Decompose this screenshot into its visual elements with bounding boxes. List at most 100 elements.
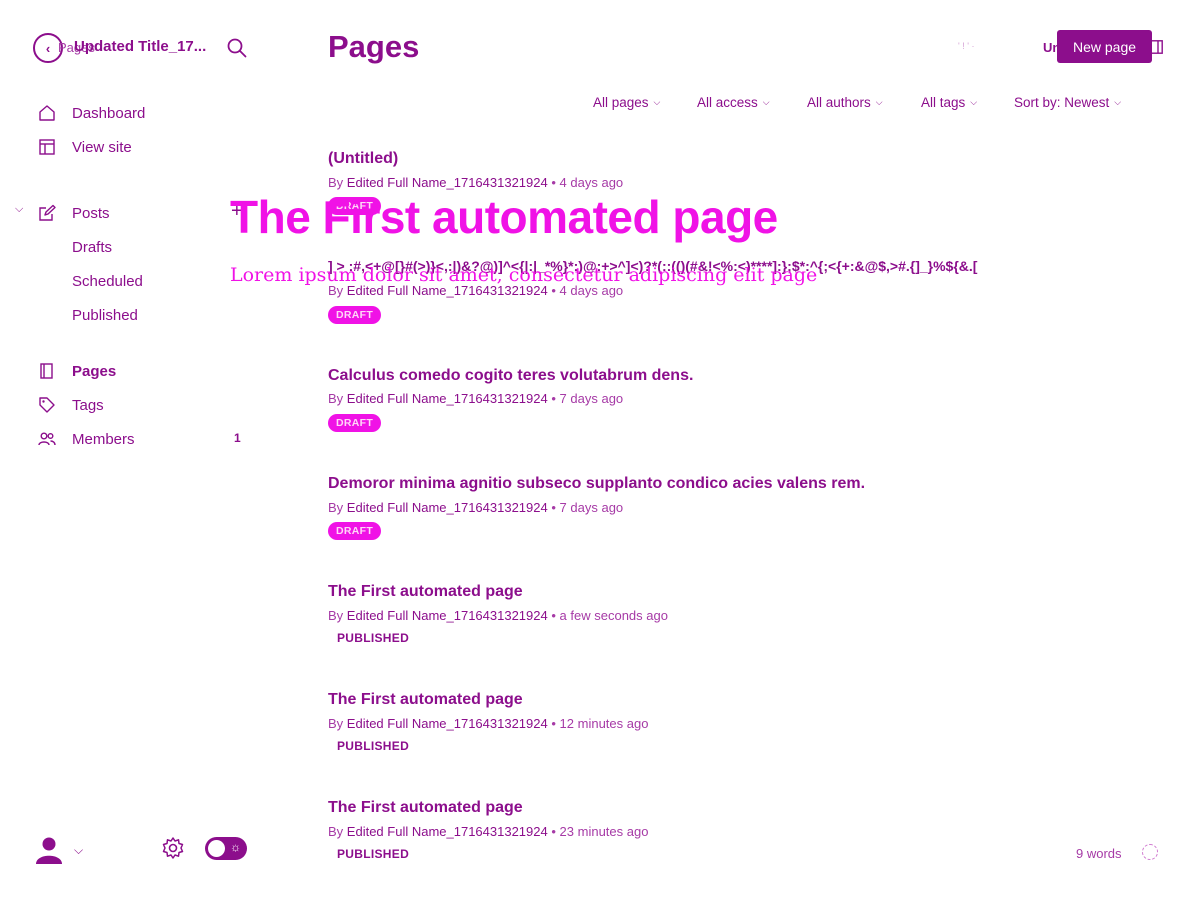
- meta-separator: •: [551, 716, 556, 731]
- post-title: Updated Title_17...: [74, 38, 207, 55]
- meta-separator: •: [551, 608, 556, 623]
- meta-author: Edited Full Name_1716431321924: [346, 500, 548, 515]
- toggle-knob: [208, 840, 225, 857]
- search-icon: [227, 38, 247, 58]
- sidebar-item-label: Dashboard: [72, 104, 146, 122]
- filter-all-tags[interactable]: All tags ⌵: [921, 95, 977, 110]
- status-indicator: ' ! ' ·: [958, 41, 975, 51]
- avatar-icon: [36, 837, 62, 864]
- meta-time: a few seconds ago: [559, 608, 668, 623]
- theme-toggle[interactable]: ☼: [205, 837, 247, 860]
- meta-time: 7 days ago: [559, 391, 624, 406]
- page-title-link[interactable]: The First automated page: [328, 799, 523, 817]
- sidebar-item-pages[interactable]: Pages: [38, 359, 116, 383]
- new-page-button[interactable]: New page: [1057, 30, 1152, 63]
- word-count: 9 words: [1076, 846, 1122, 861]
- page-title-link[interactable]: The First automated page: [328, 691, 523, 709]
- sidebar-item-view-site[interactable]: View site: [38, 135, 132, 159]
- posts-collapse-toggle[interactable]: ⌵: [15, 203, 23, 216]
- status-badge: DRAFT: [328, 306, 382, 324]
- sidebar-item-published[interactable]: Published: [72, 307, 138, 324]
- meta-author: Edited Full Name_1716431321924: [346, 391, 548, 406]
- user-menu[interactable]: ⌵: [34, 835, 83, 865]
- sidebar-item-label: Pages: [72, 362, 117, 380]
- page-meta: By Edited Full Name_1716431321924 • 4 da…: [328, 175, 623, 190]
- filter-all-access[interactable]: All access ⌵: [697, 95, 770, 110]
- meta-time: 4 days ago: [559, 175, 624, 190]
- filter-label: All pages: [593, 95, 649, 110]
- status-badge: DRAFT: [328, 414, 382, 432]
- page-title-link[interactable]: (Untitled): [328, 150, 398, 168]
- sidebar-item-scheduled[interactable]: Scheduled: [72, 273, 143, 290]
- sidebar-item-posts[interactable]: Posts: [38, 201, 110, 225]
- chevron-down-icon: ⌵: [970, 97, 978, 107]
- editor-body-overlay[interactable]: Lorem ipsum dolor sit amet, consectetur …: [230, 264, 817, 286]
- sidebar-item-label: Tags: [72, 396, 104, 414]
- page-meta: By Edited Full Name_1716431321924 • 7 da…: [328, 391, 623, 406]
- sidebar-item-tags[interactable]: Tags: [38, 393, 104, 417]
- status-badge: PUBLISHED: [337, 847, 410, 861]
- sidebar-toggle-button[interactable]: [1150, 40, 1163, 54]
- sidebar-item-members[interactable]: Members: [38, 427, 135, 451]
- status-badge: DRAFT: [328, 522, 382, 540]
- sidebar-item-dashboard[interactable]: Dashboard: [38, 101, 145, 125]
- meta-separator: •: [551, 391, 556, 406]
- members-count-badge: 1: [234, 431, 241, 445]
- page-icon: [38, 362, 56, 380]
- filter-label: All tags: [921, 95, 966, 110]
- filter-label: All authors: [807, 95, 871, 110]
- tag-icon: [38, 396, 56, 414]
- status-badge: PUBLISHED: [337, 631, 410, 645]
- settings-button[interactable]: [161, 836, 185, 860]
- sidebar-item-label: Posts: [72, 204, 110, 222]
- home-icon: [38, 104, 56, 122]
- meta-separator: •: [551, 500, 556, 515]
- page-title-link[interactable]: Calculus comedo cogito teres volutabrum …: [328, 367, 693, 385]
- filter-all-pages[interactable]: All pages ⌵: [593, 95, 660, 110]
- filter-all-authors[interactable]: All authors ⌵: [807, 95, 883, 110]
- chevron-down-icon: ⌵: [875, 97, 883, 107]
- chevron-down-icon: ⌵: [74, 842, 84, 857]
- meta-by: By: [328, 824, 344, 839]
- layout-icon: [38, 138, 56, 156]
- meta-time: 7 days ago: [559, 500, 624, 515]
- chevron-down-icon: ⌵: [653, 97, 661, 107]
- page-meta: By Edited Full Name_1716431321924 • a fe…: [328, 608, 668, 623]
- meta-by: By: [328, 716, 344, 731]
- page-meta: By Edited Full Name_1716431321924 • 7 da…: [328, 500, 623, 515]
- filter-label: All access: [697, 95, 758, 110]
- new-page-label: New page: [1072, 38, 1137, 55]
- meta-time: 23 minutes ago: [559, 824, 649, 839]
- gear-icon: [162, 837, 184, 859]
- meta-by: By: [328, 391, 344, 406]
- page-title-link[interactable]: Demoror minima agnitio subseco supplanto…: [328, 475, 865, 493]
- meta-author: Edited Full Name_1716431321924: [346, 824, 548, 839]
- sun-icon: ☼: [230, 840, 241, 854]
- page-title: Pages: [328, 29, 420, 64]
- filter-label: Sort by: Newest: [1014, 95, 1110, 110]
- members-icon: [38, 430, 56, 448]
- page-title-link[interactable]: The First automated page: [328, 583, 523, 601]
- sort-dropdown[interactable]: Sort by: Newest ⌵: [1014, 95, 1121, 110]
- chevron-left-icon: ‹: [45, 40, 51, 56]
- meta-by: By: [328, 175, 344, 190]
- page-meta: By Edited Full Name_1716431321924 • 23 m…: [328, 824, 648, 839]
- chevron-down-icon: ⌵: [762, 97, 770, 107]
- meta-author: Edited Full Name_1716431321924: [346, 716, 548, 731]
- edit-icon: [38, 204, 56, 222]
- meta-time: 12 minutes ago: [559, 716, 649, 731]
- sidebar-item-label: Members: [72, 430, 135, 448]
- sidebar-item-drafts[interactable]: Drafts: [72, 239, 112, 256]
- meta-separator: •: [551, 175, 556, 190]
- meta-author: Edited Full Name_1716431321924: [346, 608, 548, 623]
- meta-separator: •: [551, 824, 556, 839]
- meta-by: By: [328, 608, 344, 623]
- search-button[interactable]: [226, 37, 248, 59]
- status-badge: PUBLISHED: [337, 739, 410, 753]
- sidebar-item-label: View site: [72, 138, 132, 156]
- help-icon[interactable]: [1142, 844, 1158, 860]
- chevron-down-icon: ⌵: [1114, 97, 1122, 107]
- editor-title-overlay[interactable]: The First automated page: [230, 190, 778, 244]
- meta-by: By: [328, 500, 344, 515]
- meta-author: Edited Full Name_1716431321924: [346, 175, 548, 190]
